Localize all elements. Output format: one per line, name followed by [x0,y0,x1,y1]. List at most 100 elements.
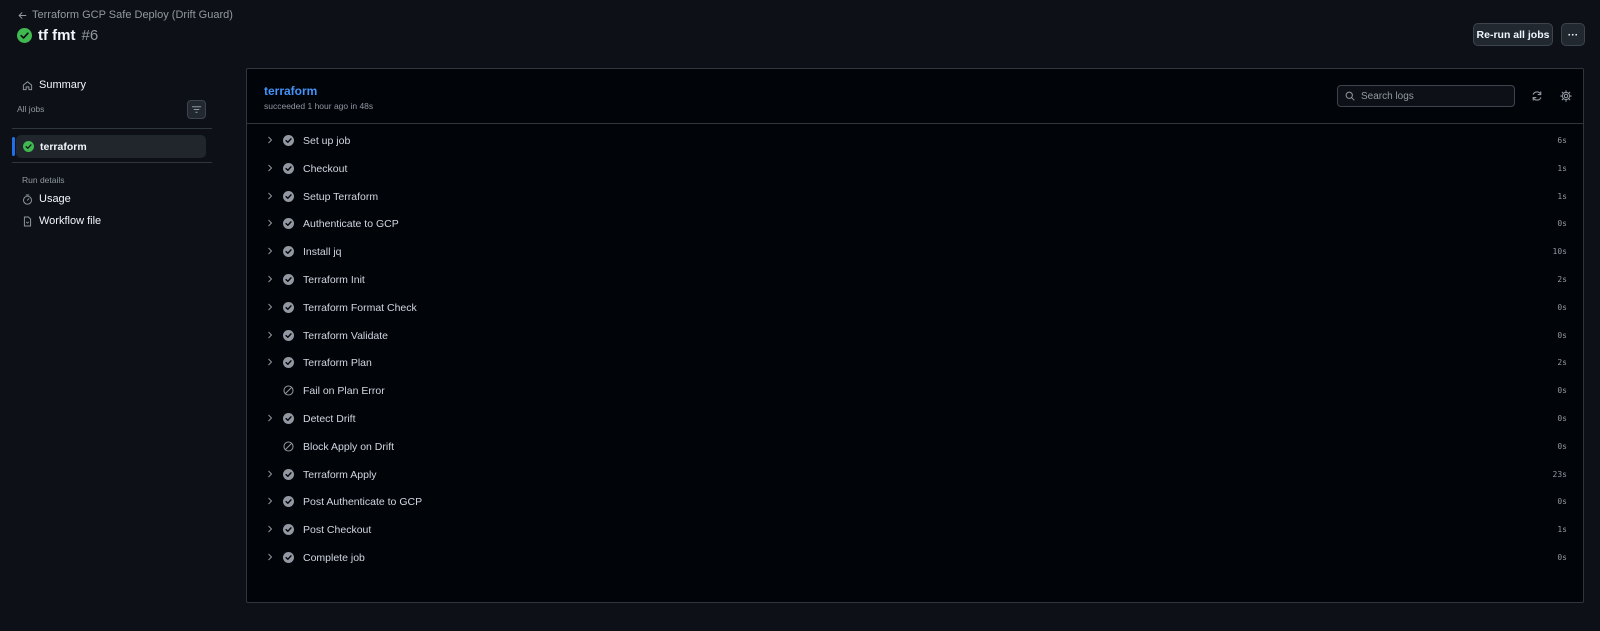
step-duration: 0s [1557,330,1567,340]
gear-icon [1560,90,1572,102]
step-row[interactable]: Terraform Validate 0s [247,323,1583,351]
check-circle-icon [283,524,294,536]
sidebar-item-workflow-file[interactable]: Workflow file [22,212,101,230]
file-icon [22,216,33,227]
chevron-right-icon[interactable] [266,219,274,227]
step-label: Terraform Format Check [303,301,417,314]
check-circle-icon [283,329,294,341]
job-title[interactable]: terraform [264,84,317,98]
search-icon [1345,91,1355,101]
check-circle-icon [283,413,294,424]
refresh-button[interactable] [1530,89,1544,103]
back-link[interactable]: Terraform GCP Safe Deploy (Drift Guard) [18,9,233,21]
step-duration: 6s [1557,136,1567,145]
step-label: Authenticate to GCP [303,218,399,231]
step-label: Install jq [303,246,342,259]
chevron-right-icon[interactable] [266,303,274,311]
step-label: Post Authenticate to GCP [303,496,423,509]
sidebar-item-summary[interactable]: Summary [22,76,86,94]
search-logs-input[interactable] [1361,90,1501,102]
step-duration: 0s [1557,497,1567,507]
step-label: Terraform Init [303,274,365,286]
chevron-right-icon[interactable] [266,358,274,366]
page-title: tf fmt #6 [17,27,98,44]
job-status-text: succeeded 1 hour ago in 48s [264,101,374,111]
step-duration: 0s [1557,302,1567,312]
rerun-all-jobs-button[interactable]: Re-run all jobs [1473,23,1553,46]
step-duration: 0s [1557,553,1567,562]
kebab-icon: ··· [1567,28,1579,41]
search-logs-field[interactable] [1337,85,1515,107]
chevron-right-icon[interactable] [266,164,274,172]
step-duration: 10s [1552,247,1567,257]
check-circle-icon [283,357,294,369]
chevron-right-icon[interactable] [266,247,274,255]
chevron-right-icon[interactable] [266,275,274,283]
job-header: terraform succeeded 1 hour ago in 48s [247,69,1583,124]
sidebar-item-terraform-job[interactable]: terraform [16,135,206,158]
check-circle-icon [283,468,294,480]
step-row[interactable]: Terraform Format Check 0s [247,295,1583,323]
step-duration: 0s [1557,441,1567,451]
skipped-icon [283,441,294,452]
filter-icon [191,104,202,115]
step-row[interactable]: Post Authenticate to GCP 0s [247,489,1583,517]
check-circle-icon [283,135,294,146]
chevron-right-icon[interactable] [266,470,274,478]
step-label: Set up job [303,135,351,147]
sidebar-item-label: Workflow file [39,215,102,227]
step-row[interactable]: Fail on Plan Error 0s [247,378,1583,406]
chevron-right-icon[interactable] [266,414,274,422]
divider [12,128,212,129]
step-row[interactable]: Setup Terraform 1s [247,184,1583,212]
stopwatch-icon [22,194,33,205]
check-circle-icon [23,141,34,152]
step-row[interactable]: Terraform Init 2s [247,267,1583,295]
step-label: Detect Drift [303,413,356,425]
step-label: Block Apply on Drift [303,440,395,453]
more-options-button[interactable]: ··· [1561,23,1585,46]
step-row[interactable]: Install jq 10s [247,239,1583,267]
step-row[interactable]: Detect Drift 0s [247,406,1583,434]
chevron-right-icon[interactable] [266,525,274,533]
step-row[interactable]: Checkout 1s [247,156,1583,184]
step-duration: 23s [1552,469,1567,479]
sidebar-item-label: terraform [40,140,87,153]
step-row[interactable]: Post Checkout 1s [247,517,1583,545]
step-duration: 0s [1557,386,1567,396]
check-circle-icon [283,274,294,285]
step-row[interactable]: Authenticate to GCP 0s [247,211,1583,239]
check-circle-icon [283,552,294,563]
step-label: Terraform Plan [303,357,372,370]
check-circle-icon [283,301,294,313]
refresh-icon [1531,90,1543,102]
chevron-right-icon[interactable] [266,192,274,200]
step-duration: 1s [1557,191,1567,201]
check-circle-icon [283,246,294,258]
check-circle-icon [283,162,294,174]
selected-indicator [12,137,15,156]
step-row[interactable]: Set up job 6s [247,128,1583,156]
filter-button[interactable] [187,100,206,119]
chevron-right-icon[interactable] [266,136,274,144]
step-row[interactable]: Block Apply on Drift 0s [247,434,1583,462]
step-duration: 2s [1557,358,1567,368]
step-label: Post Checkout [303,524,372,537]
sidebar-item-label: Usage [39,193,71,205]
settings-button[interactable] [1559,89,1573,103]
run-name: tf fmt [38,27,76,44]
step-label: Terraform Apply [303,468,377,481]
step-label: Setup Terraform [303,190,379,203]
step-row[interactable]: Terraform Plan 2s [247,350,1583,378]
divider [12,162,212,163]
step-row[interactable]: Terraform Apply 23s [247,462,1583,490]
step-label: Terraform Validate [303,329,389,342]
step-duration: 1s [1557,163,1567,173]
home-icon [22,80,33,91]
sidebar-item-usage[interactable]: Usage [22,190,71,208]
step-duration: 1s [1557,525,1567,535]
step-row[interactable]: Complete job 0s [247,545,1583,573]
chevron-right-icon[interactable] [266,553,274,561]
chevron-right-icon[interactable] [266,331,274,339]
chevron-right-icon[interactable] [266,497,274,505]
